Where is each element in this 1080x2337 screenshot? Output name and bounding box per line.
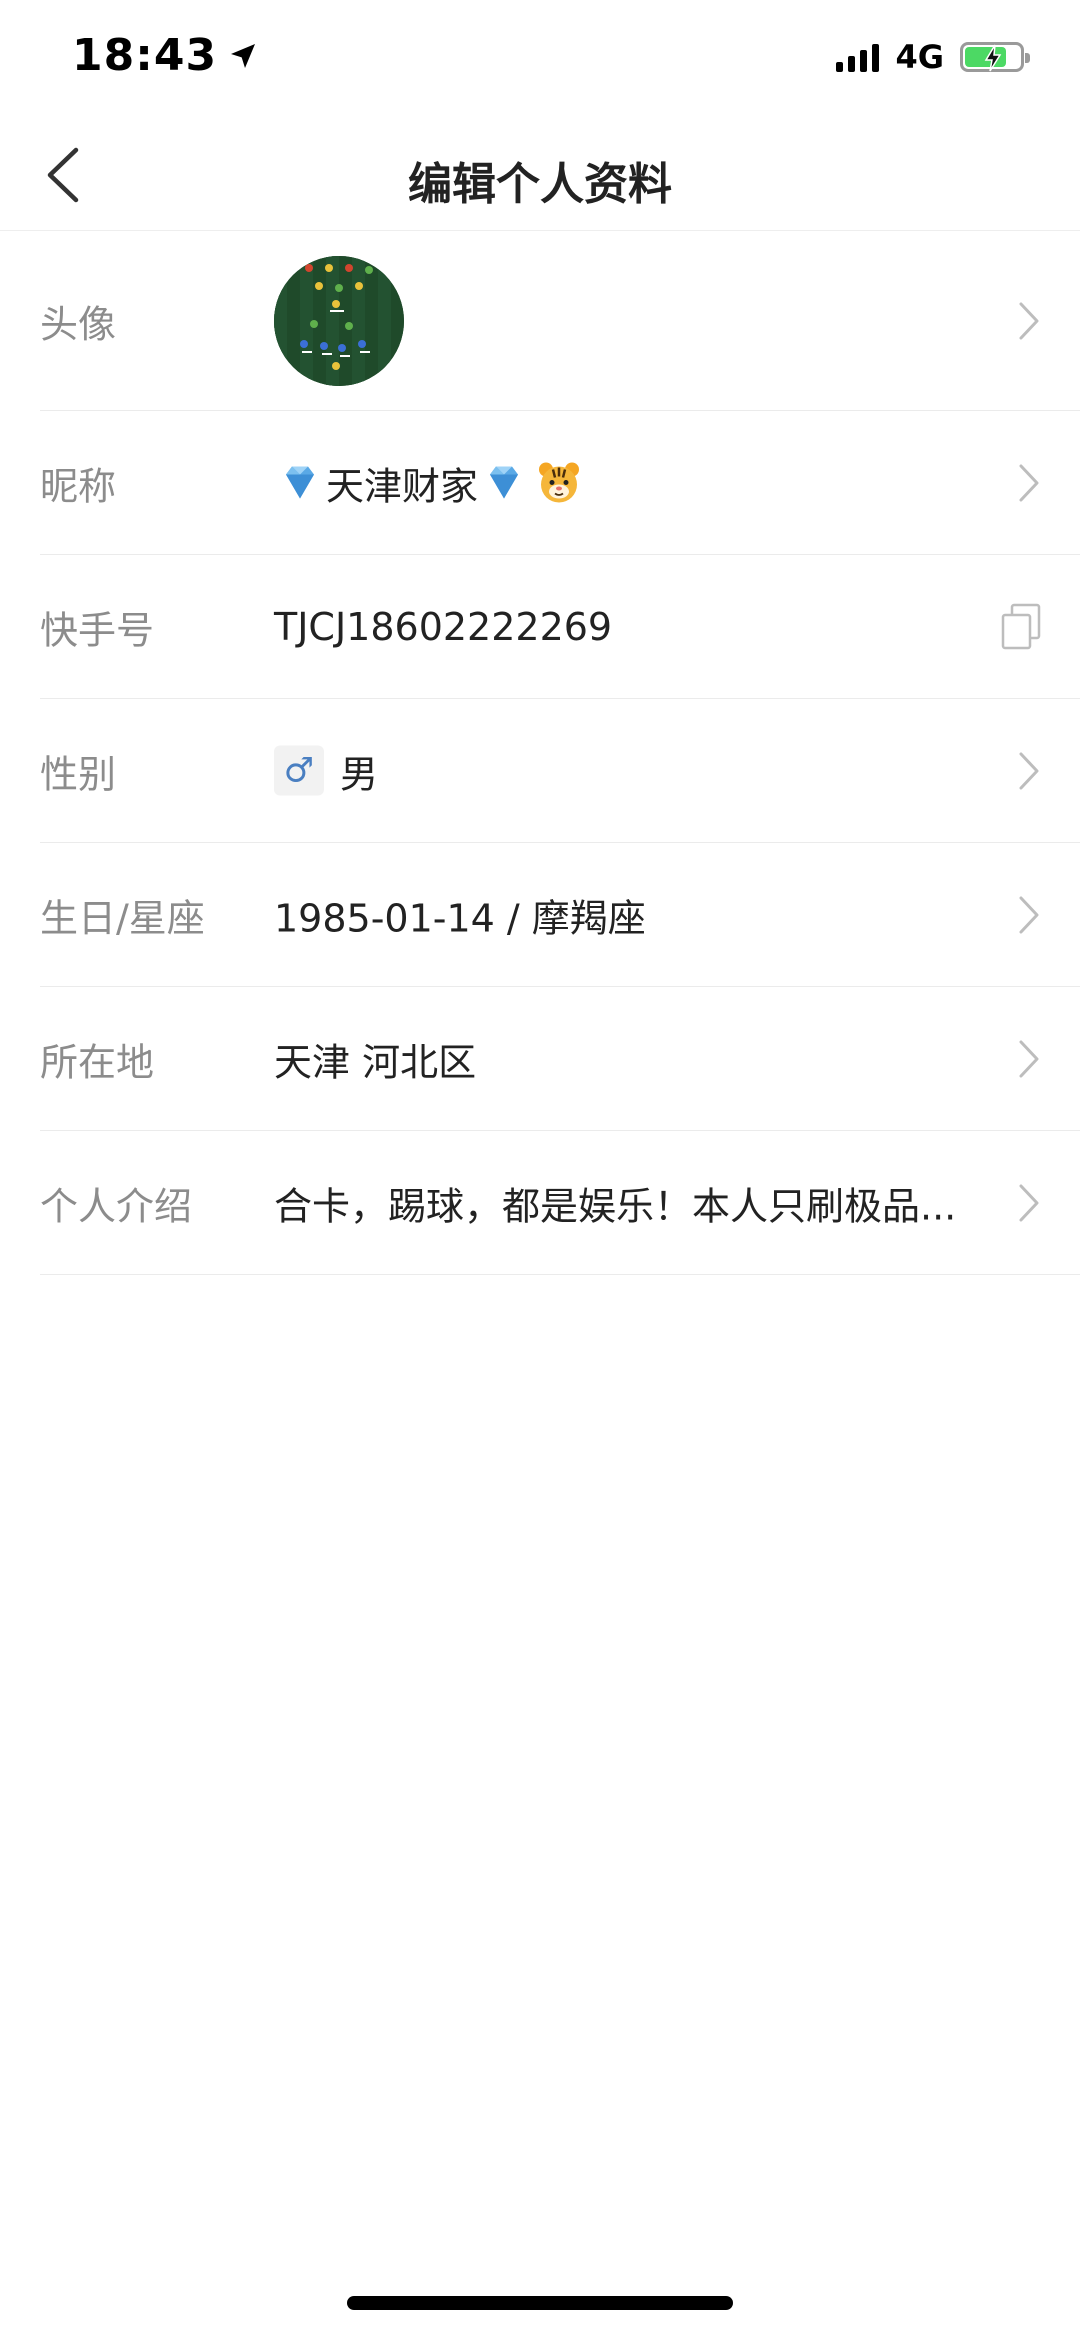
nav-bar: 编辑个人资料 bbox=[0, 120, 1080, 231]
birthday-value: 1985-01-14 / 摩羯座 bbox=[274, 896, 646, 940]
avatar-container bbox=[274, 255, 404, 386]
intro-value: 合卡，踢球，都是娱乐！本人只刷极品... bbox=[274, 1184, 957, 1228]
status-bar: 18:43 4G bbox=[0, 0, 1080, 120]
chevron-right-icon bbox=[1019, 302, 1039, 339]
row-label-nickname: 昵称 bbox=[40, 464, 117, 508]
chevron-right-icon bbox=[1019, 1040, 1039, 1077]
row-gender[interactable]: 性别 ♂ 男 bbox=[40, 699, 1080, 843]
row-birthday[interactable]: 生日/星座 1985-01-14 / 摩羯座 bbox=[40, 843, 1080, 987]
network-type: 4G bbox=[895, 38, 944, 76]
row-label-gender: 性别 bbox=[40, 752, 117, 796]
row-label-birthday: 生日/星座 bbox=[40, 896, 205, 940]
male-icon: ♂ bbox=[274, 745, 324, 796]
chevron-right-icon bbox=[1019, 896, 1039, 933]
status-time: 18:43 bbox=[72, 30, 259, 81]
avatar[interactable] bbox=[274, 255, 404, 386]
row-label-kuaishou-id: 快手号 bbox=[40, 608, 155, 652]
chevron-right-icon bbox=[1019, 464, 1039, 501]
row-location[interactable]: 所在地 天津 河北区 bbox=[40, 987, 1080, 1131]
location-value: 天津 河北区 bbox=[274, 1040, 477, 1084]
row-kuaishou-id: 快手号 TJCJ18602222269 bbox=[40, 555, 1080, 699]
profile-list: 头像 昵称 天津财家 快手号 TJCJ18602222269 性别 ♂ 男 生日… bbox=[0, 231, 1080, 1275]
charging-bolt-icon bbox=[984, 44, 1002, 72]
row-avatar[interactable]: 头像 bbox=[40, 231, 1080, 411]
row-intro[interactable]: 个人介绍 合卡，踢球，都是娱乐！本人只刷极品... bbox=[40, 1131, 1080, 1275]
row-label-intro: 个人介绍 bbox=[40, 1184, 193, 1228]
avatar-image bbox=[274, 255, 404, 386]
signal-icon bbox=[836, 42, 880, 72]
nickname-text: 天津财家 bbox=[326, 464, 479, 508]
row-label-location: 所在地 bbox=[40, 1040, 155, 1084]
gender-value: ♂ 男 bbox=[274, 743, 378, 798]
status-indicators: 4G bbox=[836, 38, 1030, 76]
chevron-right-icon bbox=[1019, 1184, 1039, 1221]
gender-text: 男 bbox=[340, 752, 379, 796]
copy-icon[interactable] bbox=[1000, 603, 1042, 651]
gem-icon bbox=[490, 466, 519, 499]
tiger-icon bbox=[539, 462, 580, 503]
nickname-value: 天津财家 bbox=[274, 455, 582, 510]
battery-icon bbox=[960, 42, 1030, 72]
location-arrow-icon bbox=[231, 43, 256, 68]
kuaishou-id-value: TJCJ18602222269 bbox=[274, 604, 613, 649]
gem-icon bbox=[286, 466, 314, 499]
row-nickname[interactable]: 昵称 天津财家 bbox=[40, 411, 1080, 555]
status-time-text: 18:43 bbox=[72, 30, 218, 81]
home-indicator[interactable] bbox=[347, 2296, 733, 2310]
row-label-avatar: 头像 bbox=[40, 302, 117, 346]
chevron-right-icon bbox=[1019, 752, 1039, 789]
page-title: 编辑个人资料 bbox=[408, 159, 672, 210]
